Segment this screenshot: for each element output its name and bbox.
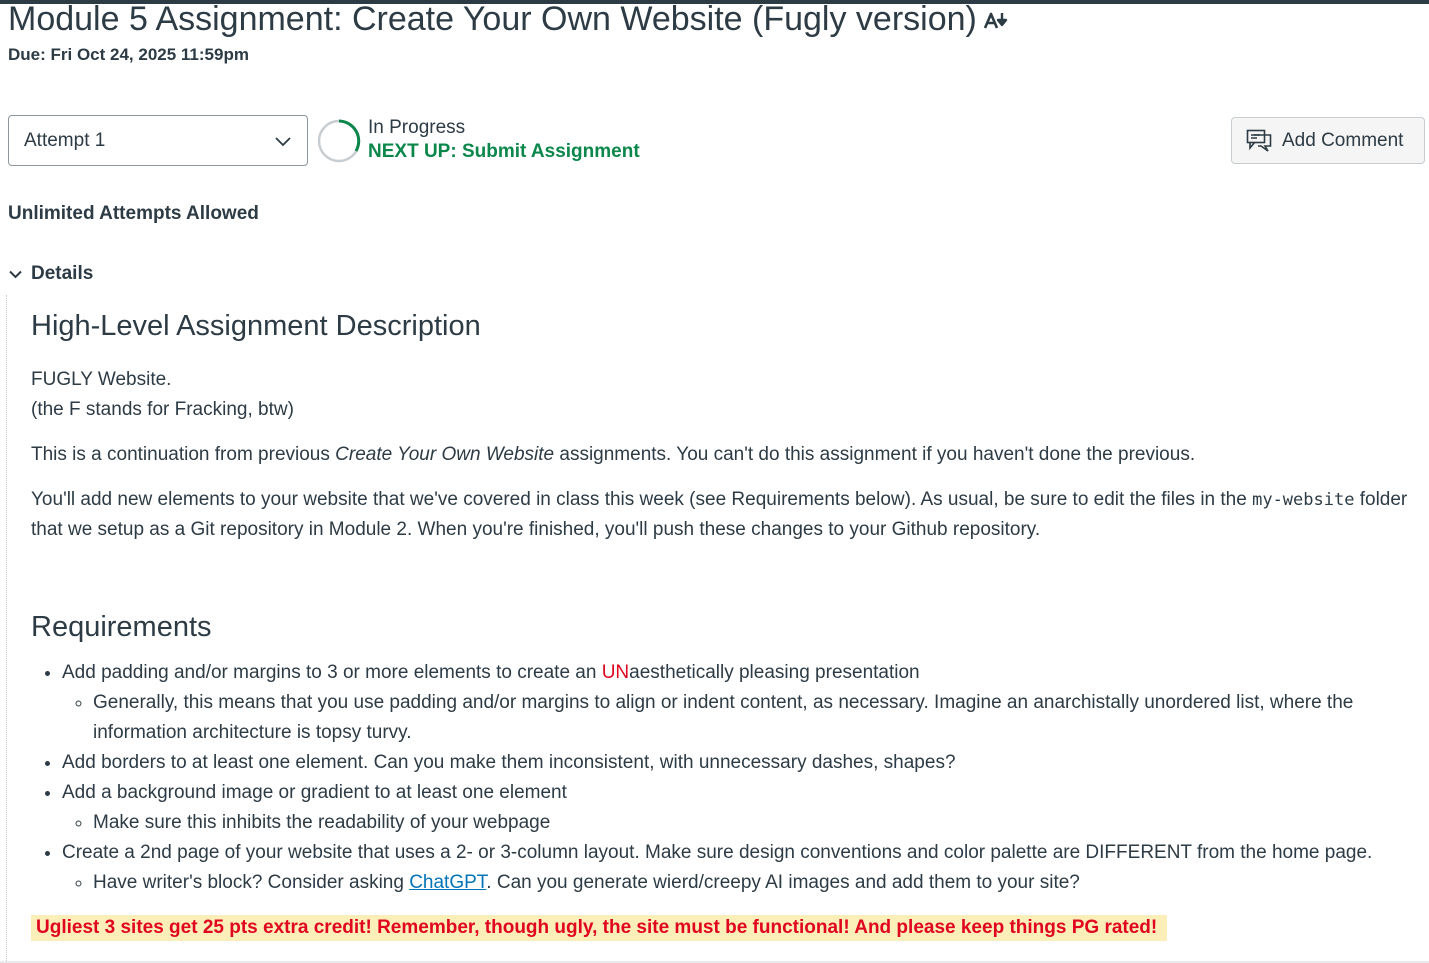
description-heading: High-Level Assignment Description [31, 310, 481, 342]
intro-paragraph: FUGLY Website. (the F stands for Frackin… [31, 365, 294, 425]
chevron-down-icon [275, 137, 291, 147]
req-text: Have writer's block? Consider asking [93, 872, 410, 893]
due-date: Due: Fri Oct 24, 2025 11:59pm [8, 45, 249, 64]
un-emphasis: UN [601, 662, 630, 683]
details-label: Details [31, 263, 94, 284]
continuation-text-end: assignments. You can't do this assignmen… [554, 444, 1196, 465]
chevron-down-icon [9, 270, 22, 278]
instructions-paragraph: You'll add new elements to your website … [31, 485, 1421, 545]
assignment-name-emphasis: Create Your Own Website [335, 444, 555, 465]
req-text: Add a background image or gradient to at… [62, 782, 567, 803]
add-comment-button[interactable]: Add Comment [1231, 117, 1425, 164]
next-up-label: NEXT UP: Submit Assignment [368, 141, 640, 162]
page-title: Module 5 Assignment: Create Your Own Web… [8, 0, 1011, 43]
add-comment-label: Add Comment [1282, 129, 1404, 151]
text-direction-icon[interactable] [983, 0, 1011, 43]
req-text: Create a 2nd page of your website that u… [62, 842, 1373, 863]
requirements-list: Add padding and/or margins to 3 or more … [31, 658, 1421, 898]
list-item: Create a 2nd page of your website that u… [62, 838, 1421, 898]
progress-ring-icon [317, 119, 361, 163]
continuation-paragraph: This is a continuation from previous Cre… [31, 440, 1195, 470]
attempt-select[interactable]: Attempt 1 [8, 115, 308, 166]
extra-credit-note: Ugliest 3 sites get 25 pts extra credit!… [31, 915, 1168, 941]
list-item: Add borders to at least one element. Can… [62, 748, 1421, 778]
continuation-text: This is a continuation from previous [31, 444, 336, 465]
req-text-end: . Can you generate wierd/creepy AI image… [486, 872, 1080, 893]
comment-icon [1246, 129, 1272, 152]
attempt-select-value: Attempt 1 [24, 129, 106, 151]
list-item: Have writer's block? Consider asking Cha… [93, 868, 1421, 898]
details-toggle[interactable]: Details [8, 263, 93, 285]
list-item: Add padding and/or margins to 3 or more … [62, 658, 1421, 748]
assignment-title: Module 5 Assignment: Create Your Own Web… [8, 0, 977, 38]
req-text: Add padding and/or margins to 3 or more … [62, 662, 602, 683]
status-label: In Progress [368, 117, 466, 138]
list-item: Generally, this means that you use paddi… [93, 688, 1421, 748]
list-item: Make sure this inhibits the readability … [93, 808, 1421, 838]
intro-line-2: (the F stands for Fracking, btw) [31, 399, 294, 420]
chatgpt-link[interactable]: ChatGPT [409, 872, 486, 893]
details-divider [6, 295, 7, 963]
instructions-text: You'll add new elements to your website … [31, 489, 1253, 510]
submission-status: In Progress NEXT UP: Submit Assignment [368, 116, 640, 164]
requirements-heading: Requirements [31, 611, 212, 643]
folder-name-code: my-website [1252, 490, 1355, 510]
attempts-allowed: Unlimited Attempts Allowed [8, 203, 259, 224]
intro-line-1: FUGLY Website. [31, 369, 172, 390]
list-item: Add a background image or gradient to at… [62, 778, 1421, 838]
req-text-end: aesthetically pleasing presentation [629, 662, 920, 683]
